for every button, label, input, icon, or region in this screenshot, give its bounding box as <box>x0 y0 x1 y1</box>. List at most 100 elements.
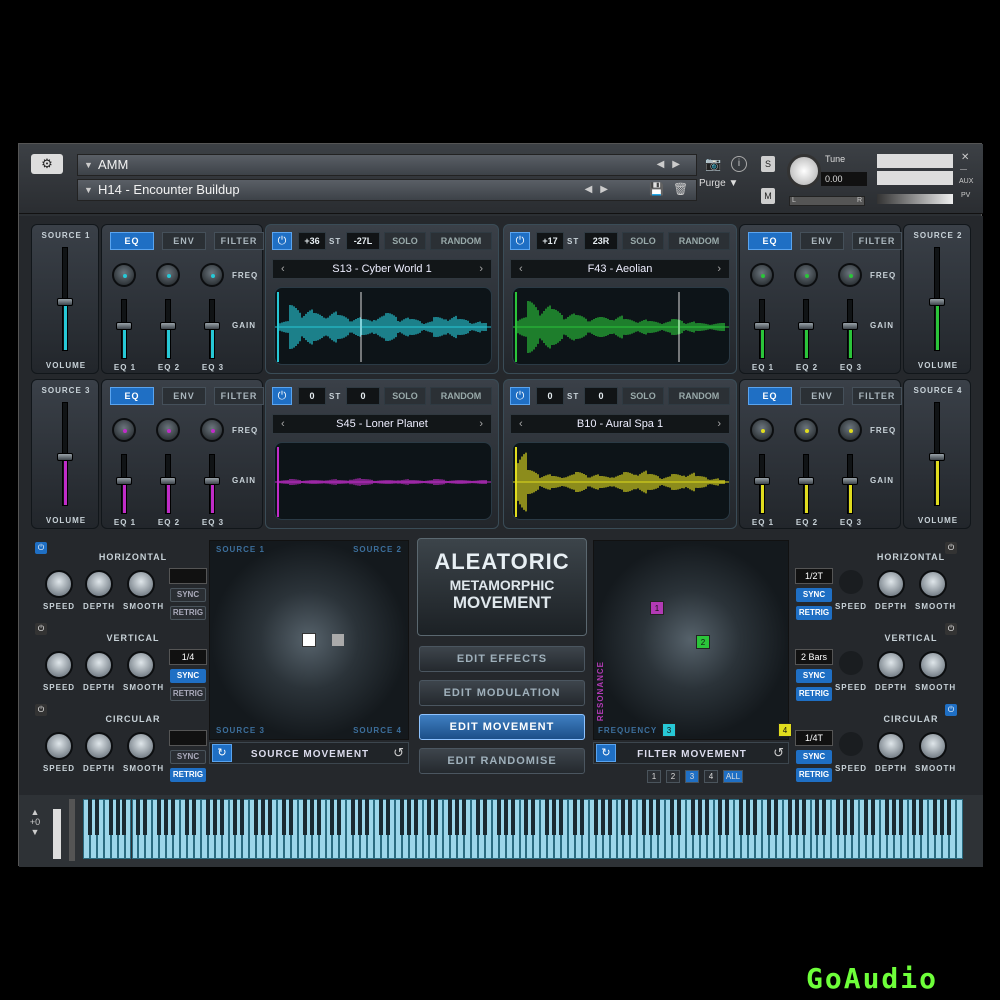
black-key[interactable] <box>288 799 293 835</box>
solo-button[interactable]: S <box>761 156 775 172</box>
purge-menu[interactable]: Purge ▼ <box>699 178 738 189</box>
black-key[interactable] <box>746 799 751 835</box>
freq-knob[interactable] <box>838 418 862 442</box>
depth-knob[interactable] <box>85 570 113 598</box>
black-key[interactable] <box>600 799 605 835</box>
random-button[interactable]: RANDOM <box>430 387 492 405</box>
tab-eq[interactable]: EQ <box>110 387 154 405</box>
filter-page-4[interactable]: 4 <box>704 770 718 783</box>
tab-env[interactable]: ENV <box>800 232 844 250</box>
volume-fader-cap[interactable] <box>929 298 945 306</box>
power-icon[interactable]: ⏻ <box>35 623 47 635</box>
black-key[interactable] <box>545 799 550 835</box>
black-key[interactable] <box>884 799 889 835</box>
black-key[interactable] <box>427 799 432 835</box>
prev-arrow-icon[interactable]: ‹ <box>519 415 523 433</box>
black-key[interactable] <box>628 799 633 835</box>
black-key[interactable] <box>268 799 272 835</box>
wrench-icon[interactable]: ⚙ <box>31 154 63 174</box>
black-key[interactable] <box>801 799 806 835</box>
preset-selector[interactable]: ▼ H14 - Encounter Buildup ◀▶ <box>77 179 697 201</box>
preset-folder-selector[interactable]: ▼ AMM ◀▶ <box>77 154 697 176</box>
black-key[interactable] <box>559 799 564 835</box>
refresh-icon[interactable]: ↻ <box>596 744 616 762</box>
black-key[interactable] <box>607 799 612 835</box>
gain-fader-cap[interactable] <box>160 477 176 485</box>
menu-edit-effects[interactable]: EDIT EFFECTS <box>419 646 585 672</box>
pan-value[interactable]: 23R <box>584 232 618 250</box>
black-key[interactable] <box>378 799 383 835</box>
next-arrow-icon[interactable]: › <box>717 260 721 278</box>
menu-edit-modulation[interactable]: EDIT MODULATION <box>419 680 585 706</box>
black-key[interactable] <box>940 799 945 835</box>
mod-wheel[interactable] <box>69 799 75 861</box>
freq-knob[interactable] <box>794 263 818 287</box>
black-key[interactable] <box>524 799 529 835</box>
gain-fader[interactable] <box>842 299 858 359</box>
gain-fader[interactable] <box>204 454 220 514</box>
black-key[interactable] <box>351 799 356 835</box>
black-key[interactable] <box>448 799 453 835</box>
black-key[interactable] <box>579 799 584 835</box>
filter-page-3[interactable]: 3 <box>685 770 699 783</box>
retrig-button[interactable]: RETRIG <box>796 687 832 701</box>
horizontal-rate-value[interactable]: 1/2T <box>795 568 833 584</box>
black-key[interactable] <box>261 799 266 835</box>
sample-selector[interactable]: ‹ F43 - Aeolian › <box>510 259 730 279</box>
power-icon[interactable]: ⏻ <box>272 232 292 250</box>
solo-button[interactable]: SOLO <box>384 232 426 250</box>
volume-fader[interactable] <box>57 402 73 506</box>
tab-eq[interactable]: EQ <box>748 387 792 405</box>
preset-nav-arrows[interactable]: ◀▶ <box>585 180 616 200</box>
filter-page-all[interactable]: ALL <box>723 770 743 783</box>
freq-knob[interactable] <box>200 263 224 287</box>
retrig-button[interactable]: RETRIG <box>796 606 832 620</box>
tune-knob[interactable] <box>787 154 821 188</box>
black-key[interactable] <box>406 799 411 835</box>
refresh-icon[interactable]: ↻ <box>212 744 232 762</box>
filter-node-2[interactable]: 2 <box>696 635 710 649</box>
prev-arrow-icon[interactable]: ‹ <box>519 260 523 278</box>
black-key[interactable] <box>676 799 681 835</box>
gain-fader[interactable] <box>798 454 814 514</box>
filter-node-1[interactable]: 1 <box>650 601 664 615</box>
gain-fader[interactable] <box>116 299 132 359</box>
gain-fader[interactable] <box>798 299 814 359</box>
black-key[interactable] <box>843 799 848 835</box>
gain-fader-cap[interactable] <box>754 477 770 485</box>
gain-fader-cap[interactable] <box>842 477 858 485</box>
next-arrow-icon[interactable]: › <box>479 260 483 278</box>
volume-slider[interactable] <box>877 194 953 204</box>
black-key[interactable] <box>822 799 827 835</box>
power-icon[interactable]: ⏻ <box>35 704 47 716</box>
minimize-icon[interactable]: — <box>960 166 967 173</box>
speed-knob[interactable] <box>45 732 73 760</box>
circular-rate-value[interactable] <box>169 730 207 746</box>
depth-knob[interactable] <box>877 651 905 679</box>
menu-edit-movement[interactable]: EDIT MOVEMENT <box>419 714 585 740</box>
black-key[interactable] <box>815 799 820 835</box>
vertical-rate-value[interactable]: 1/4 <box>169 649 207 665</box>
smooth-knob[interactable] <box>919 651 947 679</box>
black-key[interactable] <box>572 799 577 835</box>
black-key[interactable] <box>496 799 501 835</box>
black-key[interactable] <box>753 799 758 835</box>
black-key[interactable] <box>157 799 162 835</box>
folder-nav-arrows[interactable]: ◀▶ <box>657 155 688 175</box>
depth-knob[interactable] <box>85 732 113 760</box>
volume-fader-cap[interactable] <box>57 453 73 461</box>
sample-selector[interactable]: ‹ B10 - Aural Spa 1 › <box>510 414 730 434</box>
black-key[interactable] <box>697 799 702 835</box>
solo-button[interactable]: SOLO <box>622 387 664 405</box>
prev-arrow-icon[interactable]: ‹ <box>281 260 285 278</box>
waveform-display[interactable] <box>274 442 492 520</box>
black-key[interactable] <box>912 799 917 835</box>
info-icon[interactable]: i <box>731 156 747 172</box>
circular-rate-value[interactable]: 1/4T <box>795 730 833 746</box>
rotate-icon[interactable]: ↺ <box>393 745 404 761</box>
black-key[interactable] <box>254 799 259 835</box>
sync-button[interactable]: SYNC <box>796 750 832 764</box>
black-key[interactable] <box>385 799 390 835</box>
black-key[interactable] <box>704 799 709 835</box>
gain-fader-cap[interactable] <box>798 477 814 485</box>
